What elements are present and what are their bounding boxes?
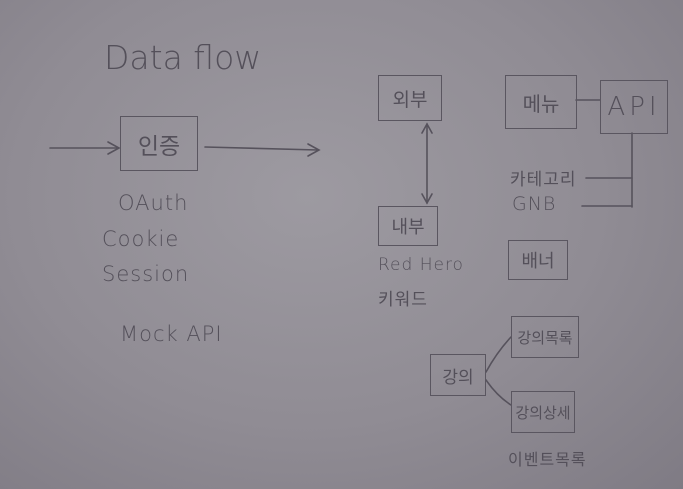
- auth-method-session: Session: [102, 262, 190, 286]
- lecture-list-node: 강의목록: [511, 316, 579, 358]
- internal-note-red-hero: Red Hero: [378, 255, 464, 275]
- arrow-out-of-auth: [204, 146, 319, 151]
- external-label: 외부: [392, 88, 428, 111]
- menu-child-gnb: GNB: [512, 193, 557, 215]
- menu-label: 메뉴: [522, 91, 560, 116]
- menu-node: 메뉴: [505, 75, 577, 129]
- line-lecture-list: [485, 336, 512, 373]
- menu-child-category: 카테고리: [510, 170, 577, 190]
- lecture-label: 강의: [442, 367, 474, 388]
- lecture-node: 강의: [430, 354, 486, 396]
- lecture-footer-note: 이벤트목록: [508, 450, 587, 469]
- internal-node: 내부: [378, 206, 438, 246]
- api-node: API: [600, 80, 668, 134]
- internal-label: 내부: [391, 217, 425, 238]
- banner-node: 배너: [508, 240, 568, 280]
- lecture-detail-node: 강의상세: [511, 391, 575, 433]
- line-lecture-detail: [485, 379, 512, 406]
- lecture-list-label: 강의목록: [517, 328, 573, 347]
- whiteboard: Data flow 인증 OAuth Cookie Session Mock A…: [0, 0, 683, 489]
- mock-api-label: Mock API: [120, 322, 223, 346]
- lecture-detail-label: 강의상세: [515, 403, 571, 422]
- internal-note-keyword: 키워드: [378, 290, 428, 310]
- auth-label: 인증: [137, 133, 181, 160]
- banner-label: 배너: [521, 251, 555, 272]
- api-label: API: [607, 92, 661, 122]
- auth-method-cookie: Cookie: [102, 227, 180, 251]
- diagram-title: Data flow: [104, 38, 262, 77]
- auth-node: 인증: [120, 116, 198, 171]
- auth-method-oauth: OAuth: [118, 191, 189, 215]
- external-node: 외부: [378, 75, 442, 121]
